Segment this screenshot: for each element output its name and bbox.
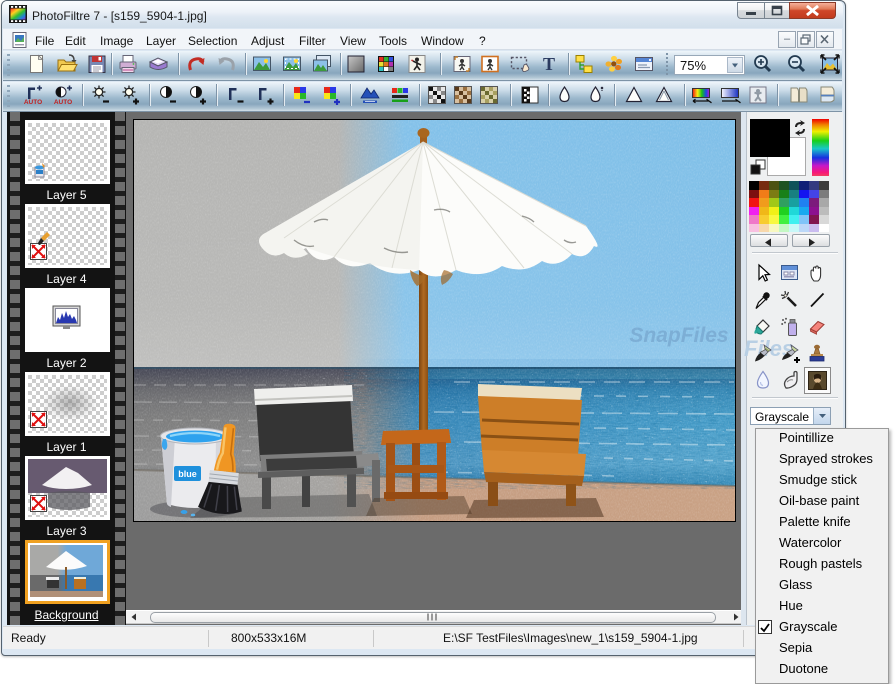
svg-text:AUTO: AUTO bbox=[24, 99, 42, 106]
svg-text:SnapFiles: SnapFiles bbox=[629, 324, 728, 347]
svg-text:T: T bbox=[543, 54, 555, 74]
svg-text:blue: blue bbox=[178, 469, 197, 479]
svg-text:AUTO: AUTO bbox=[54, 99, 72, 106]
